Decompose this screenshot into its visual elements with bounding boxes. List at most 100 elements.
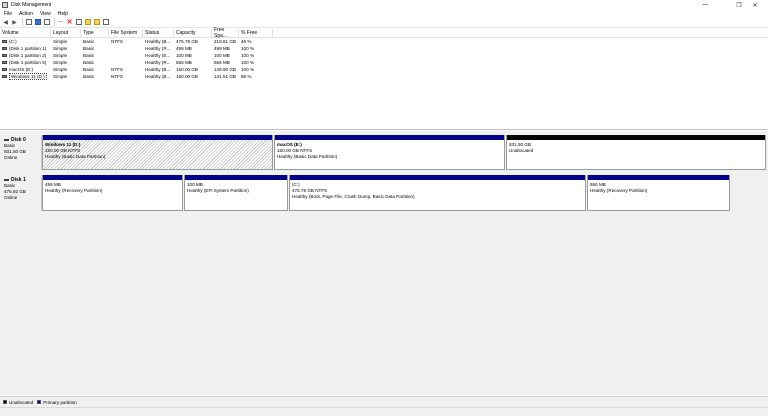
partition[interactable]: (C:) 475.79 GB NTFS Healthy (Boot, Page Fi… [289, 175, 586, 211]
volume-cell-type: Basic [83, 39, 95, 44]
menu-bar: File Action View Help [0, 10, 768, 17]
column-header-type[interactable]: Type [81, 29, 109, 37]
volume-row[interactable]: (Disk 1 partition 1) Simple Basic Healthy (… [0, 45, 768, 52]
column-header-percent-free[interactable]: % Free [239, 29, 273, 37]
legend-label-unallocated: Unallocated [9, 399, 34, 405]
volume-name: (C:) [9, 39, 17, 44]
connect-icon[interactable]: ─ [57, 19, 64, 26]
volume-cell-percent-free: 100 % [241, 60, 255, 65]
volume-cell-layout: Simple [53, 74, 68, 79]
volume-cell-type: Basic [83, 74, 95, 79]
volume-cell-volume: (Disk 1 partition 2) [0, 53, 51, 58]
column-header-capacity[interactable]: Capacity [174, 29, 212, 37]
volume-cell-status: Healthy (B... [145, 67, 171, 72]
partition[interactable]: 100 MB Healthy (EFI System Partition) [184, 175, 288, 211]
delete-icon[interactable]: ✕ [66, 19, 73, 26]
forward-arrow-icon[interactable]: ▶ [11, 19, 18, 26]
volume-cell-file-system: NTFS [111, 74, 123, 79]
unallocated-space[interactable]: 631.50 GB Unallocated [506, 135, 766, 170]
partition-body: Windows 11 (D:) 150.00 GB NTFS Healthy (Ba… [43, 140, 272, 169]
volume-cell-volume: (C:) [0, 39, 51, 44]
volume-cell-capacity: 150.00 GB [176, 74, 198, 79]
open-folder-icon[interactable] [84, 19, 91, 26]
drive-icon [2, 75, 7, 78]
help-icon[interactable] [34, 19, 41, 26]
volume-name: (Disk 1 partition 5) [9, 60, 47, 65]
volume-cell-layout: Simple [53, 39, 68, 44]
partition[interactable]: Windows 11 (D:) 150.00 GB NTFS Healthy (Ba… [42, 135, 273, 170]
close-button[interactable]: ✕ [742, 0, 768, 10]
volume-cell-percent-free: 100 % [241, 67, 255, 72]
toolbar-separator [22, 18, 23, 26]
column-header-layout[interactable]: Layout [51, 29, 81, 37]
minimize-button[interactable]: — [692, 0, 718, 10]
partition[interactable]: 556 MB Healthy (Recovery Partition) [587, 175, 730, 211]
checklist-icon[interactable] [75, 19, 82, 26]
partition-body: macOS (E:) 150.00 GB NTFS Healthy (Basic D… [275, 140, 504, 169]
view-icon[interactable] [102, 19, 109, 26]
partition-status: Healthy (Basic Data Partition) [45, 154, 106, 159]
volume-list[interactable]: Volume Layout Type File System Status Ca… [0, 27, 768, 130]
partition-status: Healthy (Boot, Page File, Crash Dump, Ba… [292, 194, 415, 199]
partition-text: 631.50 GB Unallocated [507, 140, 765, 154]
show-list-icon[interactable] [25, 19, 32, 26]
partition-text: Windows 11 (D:) 150.00 GB NTFS Healthy (Ba… [43, 140, 272, 160]
legend-swatch-unallocated [3, 400, 7, 404]
volume-cell-status: Healthy (B... [145, 39, 171, 44]
volume-row[interactable]: (Disk 1 partition 2) Simple Basic Healthy (… [0, 52, 768, 59]
partition-status: Healthy (Basic Data Partition) [277, 154, 338, 159]
column-header-volume[interactable]: Volume [0, 29, 51, 37]
disk-icon [4, 138, 9, 142]
volume-cell-volume: Windows 11 (D:) [0, 73, 51, 80]
partition-body: 100 MB Healthy (EFI System Partition) [185, 180, 287, 210]
rescan-icon[interactable] [93, 19, 100, 26]
volume-cell-layout: Simple [53, 53, 68, 58]
volume-cell-capacity: 475.79 GB [176, 39, 198, 44]
drive-icon [2, 40, 7, 43]
column-header-free-space[interactable]: Free Spa... [212, 27, 239, 39]
toolbar-separator [54, 18, 55, 26]
volume-cell-percent-free: 88 % [241, 74, 252, 79]
partition-text: macOS (E:) 150.00 GB NTFS Healthy (Basic D… [275, 140, 504, 160]
partition-text: 499 MB Healthy (Recovery Partition) [43, 180, 182, 194]
partition-body: 499 MB Healthy (Recovery Partition) [43, 180, 182, 210]
partition-text: (C:) 475.79 GB NTFS Healthy (Boot, Page Fi… [290, 180, 585, 200]
volume-row[interactable]: Windows 11 (D:) Simple Basic NTFS Healthy (B… [0, 73, 768, 80]
drive-icon [2, 68, 7, 71]
volume-cell-free-space: 131.51 GB [214, 74, 236, 79]
volume-cell-file-system: NTFS [111, 39, 123, 44]
volume-cell-volume: (Disk 1 partition 5) [0, 60, 51, 65]
column-header-status[interactable]: Status [143, 29, 174, 37]
properties-icon[interactable] [43, 19, 50, 26]
volume-cell-file-system: NTFS [111, 67, 123, 72]
volume-row[interactable]: (C:) Simple Basic NTFS Healthy (B... 475.79 G… [0, 38, 768, 45]
toolbar: ◀ ▶ ─ ✕ [0, 17, 768, 28]
partition-body: 631.50 GB Unallocated [507, 140, 765, 169]
partition[interactable]: 499 MB Healthy (Recovery Partition) [42, 175, 183, 211]
menu-view[interactable]: View [40, 11, 51, 17]
menu-action[interactable]: Action [19, 11, 33, 17]
window-title: Disk Management [11, 2, 52, 8]
column-header-file-system[interactable]: File System [109, 29, 143, 37]
volume-name: (Disk 1 partition 1) [9, 46, 47, 51]
volume-cell-free-space: 219.81 GB [214, 39, 236, 44]
disk-row: Disk 0 Basic 931.50 GB Online Windows 11 (D:… [0, 135, 768, 170]
menu-file[interactable]: File [4, 11, 12, 17]
volume-cell-status: Healthy (B... [145, 74, 171, 79]
volume-name: (Disk 1 partition 2) [9, 53, 47, 58]
disk-label[interactable]: Disk 1 Basic 476.92 GB Online [2, 175, 42, 211]
volume-row[interactable]: (Disk 1 partition 5) Simple Basic Healthy (… [0, 59, 768, 66]
volume-row[interactable]: macOS (E:) Simple Basic NTFS Healthy (B... 15… [0, 66, 768, 73]
partition[interactable]: macOS (E:) 150.00 GB NTFS Healthy (Basic D… [274, 135, 505, 170]
disk-management-app-icon [2, 2, 8, 8]
volume-cell-type: Basic [83, 53, 95, 58]
volume-cell-type: Basic [83, 60, 95, 65]
volume-cell-free-space: 149.90 GB [214, 67, 236, 72]
menu-help[interactable]: Help [58, 11, 68, 17]
volume-cell-capacity: 499 MB [176, 46, 192, 51]
disk-label[interactable]: Disk 0 Basic 931.50 GB Online [2, 135, 42, 170]
volume-cell-volume: macOS (E:) [0, 67, 51, 72]
back-arrow-icon[interactable]: ◀ [2, 19, 9, 26]
volume-cell-free-space: 556 MB [214, 60, 230, 65]
volume-name: Windows 11 (D:) [9, 73, 47, 80]
